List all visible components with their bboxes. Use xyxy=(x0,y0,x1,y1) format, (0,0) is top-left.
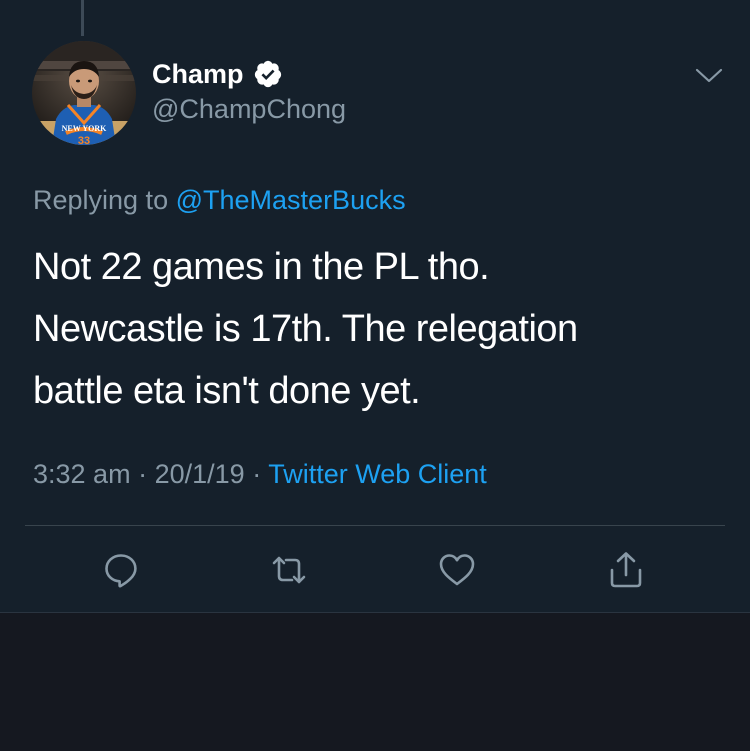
meta-separator: · xyxy=(252,459,262,489)
reply-context: Replying to @TheMasterBucks xyxy=(33,185,406,216)
meta-separator: · xyxy=(138,459,148,489)
verified-badge-icon xyxy=(253,59,283,89)
tweet-text: Not 22 games in the PL tho. Newcastle is… xyxy=(33,236,723,422)
share-icon xyxy=(610,552,642,588)
tweet-text-line: Newcastle is 17th. The relegation xyxy=(33,308,578,350)
reply-button[interactable] xyxy=(101,550,141,590)
author-name-row: Champ xyxy=(152,56,283,92)
tweet-text-line: battle eta isn't done yet. xyxy=(33,370,421,412)
reply-mention-link[interactable]: @TheMasterBucks xyxy=(176,185,406,215)
like-icon xyxy=(439,554,475,586)
tweet-time[interactable]: 3:32 am xyxy=(33,459,131,489)
reply-icon xyxy=(105,554,137,588)
tweet-card: NEW YORK 33 Champ @ChampChong Replying t… xyxy=(0,0,750,612)
retweet-icon xyxy=(272,556,306,584)
display-name[interactable]: Champ xyxy=(152,59,244,90)
avatar[interactable]: NEW YORK 33 xyxy=(32,41,136,145)
tweet-date[interactable]: 20/1/19 xyxy=(155,459,245,489)
avatar-jersey-text: NEW YORK xyxy=(62,124,107,133)
author-handle[interactable]: @ChampChong xyxy=(152,94,346,125)
empty-content-area xyxy=(0,612,750,751)
retweet-button[interactable] xyxy=(269,550,309,590)
tweet-text-line: Not 22 games in the PL tho. xyxy=(33,246,490,288)
reply-context-prefix: Replying to xyxy=(33,185,169,215)
avatar-jersey-number: 33 xyxy=(78,135,90,145)
like-button[interactable] xyxy=(437,550,477,590)
thread-connector-line xyxy=(81,0,84,36)
chevron-down-icon[interactable] xyxy=(694,64,724,88)
divider xyxy=(25,525,725,526)
tweet-source-link[interactable]: Twitter Web Client xyxy=(268,459,487,489)
avatar-image: NEW YORK 33 xyxy=(32,41,136,145)
share-button[interactable] xyxy=(606,550,646,590)
tweet-meta: 3:32 am · 20/1/19 · Twitter Web Client xyxy=(33,459,487,490)
